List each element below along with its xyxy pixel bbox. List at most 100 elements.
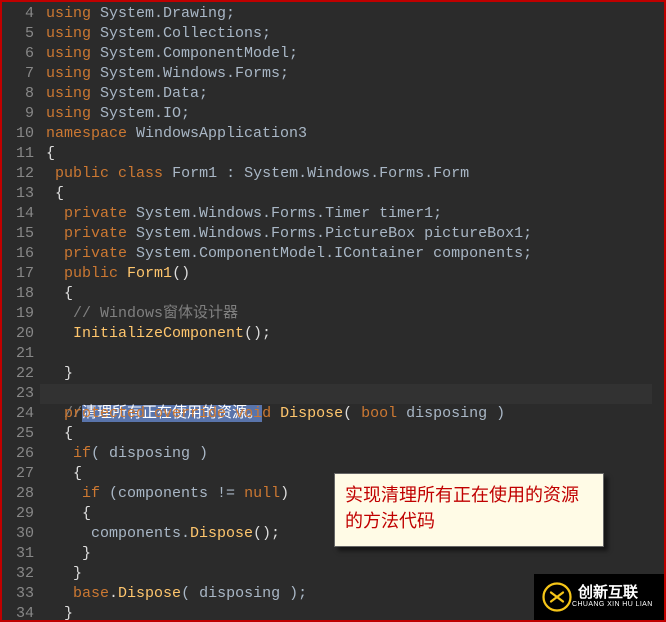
brand-sub-text: CHUANG XIN HU LIAN [572,600,653,609]
annotation-box: 实现清理所有正在使用的资源的方法代码 [334,473,604,547]
line-number: 20 [6,324,34,344]
code-token: // Windows窗体设计器 [73,305,238,322]
code-token [46,405,64,422]
code-token: using [46,85,91,102]
code-line: // Windows窗体设计器 [46,304,658,324]
line-number: 24 [6,404,34,424]
line-number: 9 [6,104,34,124]
code-token: namespace [46,125,127,142]
code-token: Dispose [118,585,181,602]
code-token: } [46,545,91,562]
code-token: if [73,445,91,462]
code-token [46,245,64,262]
code-line: public class Form1 : System.Windows.Form… [46,164,658,184]
code-token [46,225,64,242]
code-token: (); [253,525,280,542]
line-number: 17 [6,264,34,284]
line-number: 10 [6,124,34,144]
brand-main-text: 创新互联 [578,585,653,600]
line-number: 33 [6,584,34,604]
watermark-logo: 创新互联 CHUANG XIN HU LIAN [534,574,664,620]
code-token [46,205,64,222]
code-line: protected override void Dispose( bool di… [46,404,658,424]
code-token: { [46,425,73,442]
code-token: Form1 : System.Windows.Forms.Form [163,165,469,182]
code-token: { [46,185,64,202]
line-number: 22 [6,364,34,384]
code-token [145,405,154,422]
code-token: System.Drawing; [91,5,235,22]
code-token: if [82,485,100,502]
code-token: System.Data; [91,85,208,102]
code-token: { [46,285,73,302]
code-token: private [64,225,127,242]
line-number: 26 [6,444,34,464]
code-line: private System.Windows.Forms.PictureBox … [46,224,658,244]
code-token: (); [244,325,271,342]
code-token: System.Windows.Forms; [91,65,289,82]
code-token: private [64,245,127,262]
line-number: 23 [6,384,34,404]
line-number: 7 [6,64,34,84]
code-token [46,445,73,462]
code-line: } [46,364,658,384]
code-token: ( disposing ); [181,585,307,602]
current-line-highlight [40,384,652,404]
code-line: { [46,284,658,304]
code-token: ) [280,485,289,502]
code-line: namespace WindowsApplication3 [46,124,658,144]
code-line: using System.ComponentModel; [46,44,658,64]
code-line: { [46,184,658,204]
code-line: private System.Windows.Forms.Timer timer… [46,204,658,224]
annotation-text: 实现清理所有正在使用的资源的方法代码 [345,485,579,531]
code-token: public [64,265,118,282]
code-line: using System.Windows.Forms; [46,64,658,84]
code-token: disposing ) [397,405,505,422]
code-token [46,305,73,322]
code-token: components. [46,525,190,542]
code-token [118,265,127,282]
code-line: { [46,144,658,164]
line-number: 4 [6,4,34,24]
code-line: using System.Drawing; [46,4,658,24]
code-line: public Form1() [46,264,658,284]
code-token: class [118,165,163,182]
line-number: 28 [6,484,34,504]
code-line: { [46,424,658,444]
code-token: { [46,145,55,162]
code-token: null [244,485,280,502]
code-token [226,405,235,422]
code-token: public [55,165,109,182]
line-number: 13 [6,184,34,204]
code-token: . [109,585,118,602]
line-number: 19 [6,304,34,324]
code-token: } [46,565,82,582]
line-number: 8 [6,84,34,104]
code-token [46,325,73,342]
gutter: 4567891011121314151617181920212223242526… [2,2,40,620]
code-token: } [46,365,73,382]
code-token: () [172,265,190,282]
code-token: { [46,505,91,522]
line-number: 11 [6,144,34,164]
code-line: InitializeComponent(); [46,324,658,344]
line-number: 25 [6,424,34,444]
code-token [46,165,55,182]
code-token: ( disposing ) [91,445,208,462]
code-token: using [46,25,91,42]
code-line: //清理所有正在使用的资源。 [46,384,658,404]
code-token: System.Collections; [91,25,271,42]
line-number: 34 [6,604,34,622]
code-editor: 4567891011121314151617181920212223242526… [0,0,666,622]
code-token: void [235,405,271,422]
brand-icon [542,582,572,612]
code-token: protected [64,405,145,422]
line-number: 29 [6,504,34,524]
code-token: System.ComponentModel.IContainer compone… [127,245,532,262]
code-token: Dispose [280,405,343,422]
code-line: } [46,544,658,564]
code-token: private [64,205,127,222]
code-token: using [46,65,91,82]
code-token: base [73,585,109,602]
line-number: 5 [6,24,34,44]
